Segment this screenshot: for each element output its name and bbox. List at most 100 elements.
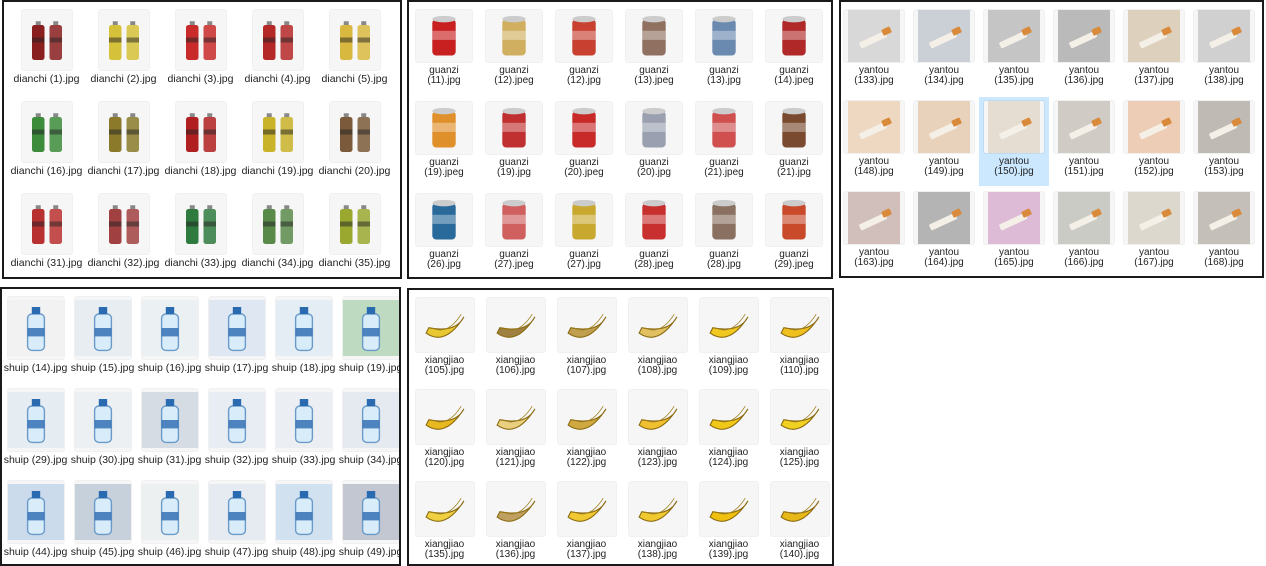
file-item[interactable]: shuip (30).jpg (69, 385, 136, 475)
file-item[interactable]: guanzi (29).jpeg (759, 190, 829, 277)
file-item[interactable]: guanzi (20).jpg (619, 98, 689, 188)
file-item[interactable]: guanzi (11).jpg (409, 6, 479, 96)
file-item[interactable]: guanzi (14).jpeg (759, 6, 829, 96)
file-item[interactable]: yantou (137).jpg (1119, 6, 1189, 95)
file-item[interactable]: dianchi (19).jpg (239, 98, 316, 188)
file-item[interactable]: yantou (152).jpg (1119, 97, 1189, 186)
water-bottle-icon (142, 481, 198, 543)
file-item[interactable]: shuip (34).jpg (337, 385, 399, 475)
file-name: dianchi (2).jpg (90, 73, 157, 85)
file-item[interactable]: xiangjiao (110).jpg (764, 294, 832, 384)
file-item[interactable]: yantou (150).jpg (979, 97, 1049, 186)
file-item[interactable]: guanzi (21).jpeg (689, 98, 759, 188)
file-item[interactable]: shuip (49).jpg (337, 477, 399, 564)
file-item[interactable]: yantou (134).jpg (909, 6, 979, 95)
file-item[interactable]: guanzi (28).jpg (689, 190, 759, 277)
file-item[interactable]: yantou (163).jpg (841, 188, 909, 276)
file-item[interactable]: dianchi (1).jpg (8, 6, 85, 96)
file-item[interactable]: yantou (136).jpg (1049, 6, 1119, 95)
file-item[interactable]: guanzi (21).jpg (759, 98, 829, 188)
file-item[interactable]: xiangjiao (109).jpg (693, 294, 764, 384)
file-item[interactable]: yantou (167).jpg (1119, 188, 1189, 276)
file-item[interactable]: yantou (166).jpg (1049, 188, 1119, 276)
file-item[interactable]: guanzi (28).jpeg (619, 190, 689, 277)
file-name: dianchi (19).jpg (241, 165, 314, 177)
file-item[interactable]: xiangjiao (122).jpg (551, 386, 622, 476)
water-bottle-icon (142, 389, 198, 451)
file-item[interactable]: guanzi (27).jpeg (479, 190, 549, 277)
file-item[interactable]: shuip (47).jpg (203, 477, 270, 564)
file-item[interactable]: xiangjiao (137).jpg (551, 478, 622, 564)
file-item[interactable]: shuip (45).jpg (69, 477, 136, 564)
file-item[interactable]: yantou (168).jpg (1189, 188, 1259, 276)
file-item[interactable]: xiangjiao (108).jpg (622, 294, 693, 384)
file-item[interactable]: shuip (33).jpg (270, 385, 337, 475)
file-item[interactable]: shuip (17).jpg (203, 293, 270, 383)
file-item[interactable]: dianchi (2).jpg (85, 6, 162, 96)
file-item[interactable]: xiangjiao (136).jpg (480, 478, 551, 564)
file-name: shuip (16).jpg (137, 362, 202, 374)
file-item[interactable]: guanzi (12).jpg (549, 6, 619, 96)
file-item[interactable]: yantou (148).jpg (841, 97, 909, 186)
file-item[interactable]: guanzi (13).jpeg (619, 6, 689, 96)
file-thumbnail (416, 482, 474, 536)
file-item[interactable]: dianchi (18).jpg (162, 98, 239, 188)
file-item[interactable]: guanzi (27).jpg (549, 190, 619, 277)
file-item[interactable]: yantou (149).jpg (909, 97, 979, 186)
file-item[interactable]: shuip (19).jpg (337, 293, 399, 383)
file-item[interactable]: xiangjiao (105).jpg (409, 294, 480, 384)
file-item[interactable]: dianchi (5).jpg (316, 6, 393, 96)
file-item[interactable]: xiangjiao (120).jpg (409, 386, 480, 476)
file-item[interactable]: xiangjiao (140).jpg (764, 478, 832, 564)
file-thumbnail (766, 10, 822, 62)
file-item[interactable]: dianchi (34).jpg (239, 190, 316, 277)
file-thumbnail (556, 10, 612, 62)
file-item[interactable]: shuip (32).jpg (203, 385, 270, 475)
cigarette-butt-icon (1194, 192, 1254, 244)
file-item[interactable]: xiangjiao (123).jpg (622, 386, 693, 476)
file-item[interactable]: shuip (16).jpg (136, 293, 203, 383)
file-item[interactable]: yantou (133).jpg (841, 6, 909, 95)
file-item[interactable]: xiangjiao (124).jpg (693, 386, 764, 476)
file-item[interactable]: dianchi (35).jpg (316, 190, 393, 277)
file-item[interactable]: guanzi (13).jpg (689, 6, 759, 96)
file-item[interactable]: xiangjiao (121).jpg (480, 386, 551, 476)
file-item[interactable]: dianchi (20).jpg (316, 98, 393, 188)
file-item[interactable]: guanzi (20).jpeg (549, 98, 619, 188)
file-item[interactable]: xiangjiao (125).jpg (764, 386, 832, 476)
file-item[interactable]: guanzi (19).jpg (479, 98, 549, 188)
file-item[interactable]: guanzi (26).jpg (409, 190, 479, 277)
file-item[interactable]: xiangjiao (106).jpg (480, 294, 551, 384)
file-item[interactable]: xiangjiao (139).jpg (693, 478, 764, 564)
file-item[interactable]: shuip (15).jpg (69, 293, 136, 383)
file-item[interactable]: dianchi (4).jpg (239, 6, 316, 96)
file-item[interactable]: guanzi (12).jpeg (479, 6, 549, 96)
file-item[interactable]: shuip (46).jpg (136, 477, 203, 564)
banana-icon (771, 482, 829, 536)
file-item[interactable]: yantou (165).jpg (979, 188, 1049, 276)
file-item[interactable]: dianchi (17).jpg (85, 98, 162, 188)
file-item[interactable]: xiangjiao (107).jpg (551, 294, 622, 384)
file-item[interactable]: dianchi (32).jpg (85, 190, 162, 277)
file-item[interactable]: shuip (18).jpg (270, 293, 337, 383)
file-item[interactable]: shuip (44).jpg (2, 477, 69, 564)
file-item[interactable]: yantou (151).jpg (1049, 97, 1119, 186)
file-item[interactable]: shuip (14).jpg (2, 293, 69, 383)
file-item[interactable]: shuip (48).jpg (270, 477, 337, 564)
file-item[interactable]: yantou (164).jpg (909, 188, 979, 276)
file-item[interactable]: shuip (29).jpg (2, 385, 69, 475)
file-item[interactable]: dianchi (16).jpg (8, 98, 85, 188)
file-item[interactable]: xiangjiao (138).jpg (622, 478, 693, 564)
file-item[interactable]: shuip (31).jpg (136, 385, 203, 475)
file-item[interactable]: yantou (135).jpg (979, 6, 1049, 95)
file-item[interactable]: yantou (138).jpg (1189, 6, 1259, 95)
file-item[interactable]: xiangjiao (135).jpg (409, 478, 480, 564)
file-name: dianchi (18).jpg (164, 165, 237, 177)
file-name: dianchi (32).jpg (87, 257, 160, 269)
file-item[interactable]: yantou (153).jpg (1189, 97, 1259, 186)
file-item[interactable]: guanzi (19).jpeg (409, 98, 479, 188)
file-item[interactable]: dianchi (3).jpg (162, 6, 239, 96)
file-item[interactable]: dianchi (33).jpg (162, 190, 239, 277)
file-item[interactable]: dianchi (31).jpg (8, 190, 85, 277)
cigarette-butt-icon (844, 192, 904, 244)
